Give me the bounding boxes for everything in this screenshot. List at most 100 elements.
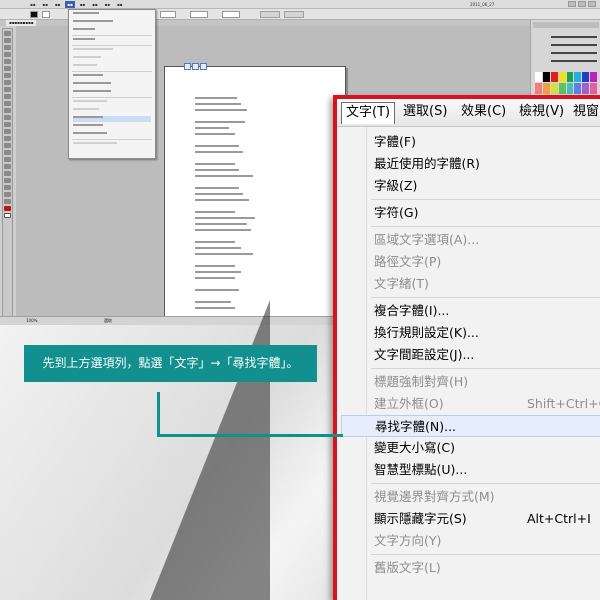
swatch[interactable] xyxy=(535,72,542,83)
artboard-tool-icon[interactable] xyxy=(4,171,11,176)
mini-menu-item[interactable]: ▪▪ xyxy=(40,1,49,8)
menu-item-label: 字符(G) xyxy=(374,205,419,220)
blend-tool-icon[interactable] xyxy=(4,150,11,155)
pencil-tool-icon[interactable] xyxy=(4,87,11,92)
stroke-color-icon[interactable] xyxy=(4,213,11,218)
minimize-icon[interactable] xyxy=(568,1,576,7)
scale-tool-icon[interactable] xyxy=(4,101,11,106)
menu-item[interactable]: 智慧型標點(U)... xyxy=(341,459,600,481)
color-slider[interactable] xyxy=(551,60,597,62)
swatch[interactable] xyxy=(582,72,590,83)
swatch[interactable] xyxy=(582,83,590,94)
menu-item[interactable]: 顯示隱藏字元(S) Alt+Ctrl+I xyxy=(341,508,600,530)
swatch[interactable] xyxy=(566,83,574,94)
menu-item[interactable]: 字體(F) xyxy=(341,131,600,153)
menu-item-label: 視覺邊界對齊方式(M) xyxy=(374,489,495,504)
line-tool-icon[interactable] xyxy=(4,66,11,71)
stroke-swatch[interactable] xyxy=(42,11,50,18)
menubar-item[interactable]: 選取(S) xyxy=(399,102,451,124)
menu-item[interactable]: 最近使用的字體(R) xyxy=(341,153,600,175)
menu-item-label: 字級(Z) xyxy=(374,178,418,193)
menubar-item[interactable]: 文字(T) xyxy=(341,102,396,124)
swatch[interactable] xyxy=(558,83,566,94)
control-button[interactable] xyxy=(284,11,304,18)
swatch[interactable] xyxy=(550,83,558,94)
brush-tool-icon[interactable] xyxy=(4,80,11,85)
fill-swatch[interactable] xyxy=(30,11,38,18)
menu-item[interactable]: 複合字體(I)... xyxy=(341,300,600,322)
menubar-item[interactable]: 效果(C) xyxy=(457,102,510,124)
menubar-item[interactable]: 檢視(V) xyxy=(515,102,568,124)
menu-item[interactable]: 尋找字體(N)... xyxy=(341,415,600,437)
selection-tool-icon[interactable] xyxy=(4,31,11,36)
symbol-sprayer-tool-icon[interactable] xyxy=(4,157,11,162)
style-field[interactable] xyxy=(190,11,208,18)
zoom-tool-icon[interactable] xyxy=(4,199,11,204)
mini-menu-item[interactable]: ▪▪ xyxy=(28,1,37,8)
direct-selection-tool-icon[interactable] xyxy=(4,38,11,43)
swatch[interactable] xyxy=(550,72,558,83)
type-tool-icon[interactable] xyxy=(4,59,11,64)
swatch[interactable] xyxy=(542,72,550,83)
maximize-icon[interactable] xyxy=(578,1,586,7)
opacity-field[interactable] xyxy=(222,11,240,18)
swatch[interactable] xyxy=(558,72,566,83)
close-icon[interactable] xyxy=(588,1,596,7)
swatch[interactable] xyxy=(574,83,582,94)
menu-item[interactable]: 換行規則設定(K)... xyxy=(341,322,600,344)
mini-menu-item[interactable]: ▪▪ xyxy=(103,1,112,8)
color-slider[interactable] xyxy=(551,44,597,46)
widget-square-icon xyxy=(184,63,191,70)
mesh-tool-icon[interactable] xyxy=(4,129,11,134)
menu-item[interactable]: 文字間距設定(J)... xyxy=(341,344,600,366)
menu-item: 建立外框(O) Shift+Ctrl+O xyxy=(341,393,600,415)
zoom-level[interactable]: 100% xyxy=(26,318,37,324)
mini-menu-item[interactable]: ▪▪ xyxy=(78,1,87,8)
stroke-width-field[interactable] xyxy=(160,11,176,18)
menu-item-label: 文字方向(Y) xyxy=(374,533,442,548)
swatch[interactable] xyxy=(542,83,550,94)
pen-tool-icon[interactable] xyxy=(4,52,11,57)
gradient-tool-icon[interactable] xyxy=(4,136,11,141)
menu-item-label: 最近使用的字體(R) xyxy=(374,156,480,171)
slice-tool-icon[interactable] xyxy=(4,178,11,183)
menu-item[interactable]: 變更大小寫(C) xyxy=(341,437,600,459)
mini-menu-item[interactable]: ▪▪ xyxy=(115,1,124,8)
shape-builder-tool-icon[interactable] xyxy=(4,122,11,127)
control-button[interactable] xyxy=(260,11,280,18)
swatch[interactable] xyxy=(590,83,597,94)
color-slider[interactable] xyxy=(551,52,597,54)
mini-menu-item-active[interactable]: ▪▪ xyxy=(65,1,75,8)
app-title-date: 2011_06_27 xyxy=(470,2,495,7)
artboard[interactable] xyxy=(164,66,346,325)
rectangle-tool-icon[interactable] xyxy=(4,73,11,78)
menu-item-shortcut: Shift+Ctrl+O xyxy=(527,396,600,411)
hand-tool-icon[interactable] xyxy=(4,192,11,197)
eraser-tool-icon[interactable] xyxy=(4,185,11,190)
text-line xyxy=(195,127,229,129)
magic-wand-tool-icon[interactable] xyxy=(4,45,11,50)
mini-separator xyxy=(72,35,152,36)
fill-color-icon[interactable] xyxy=(4,206,11,211)
swatch[interactable] xyxy=(574,72,582,83)
rotate-tool-icon[interactable] xyxy=(4,94,11,99)
mini-menu-item[interactable]: ▪▪ xyxy=(53,1,62,8)
free-transform-tool-icon[interactable] xyxy=(4,115,11,120)
menu-item: 視覺邊界對齊方式(M) xyxy=(341,486,600,508)
text-line xyxy=(195,223,247,225)
menubar-item[interactable]: 視窗( xyxy=(569,102,600,124)
menu-item-label: 文字間距設定(J)... xyxy=(374,347,475,362)
swatch[interactable] xyxy=(566,72,574,83)
swatch[interactable] xyxy=(535,83,542,94)
menu-item-label: 路徑文字(P) xyxy=(374,254,442,269)
color-slider[interactable] xyxy=(551,36,597,38)
mini-menu-item[interactable]: ▪▪ xyxy=(90,1,99,8)
text-line xyxy=(195,265,235,267)
menu-item[interactable]: 字符(G) xyxy=(341,202,600,224)
swatch[interactable] xyxy=(590,72,597,83)
eyedropper-tool-icon[interactable] xyxy=(4,143,11,148)
menu-item[interactable]: 字級(Z) xyxy=(341,175,600,197)
width-tool-icon[interactable] xyxy=(4,108,11,113)
color-panel-tab[interactable] xyxy=(533,22,599,28)
graph-tool-icon[interactable] xyxy=(4,164,11,169)
